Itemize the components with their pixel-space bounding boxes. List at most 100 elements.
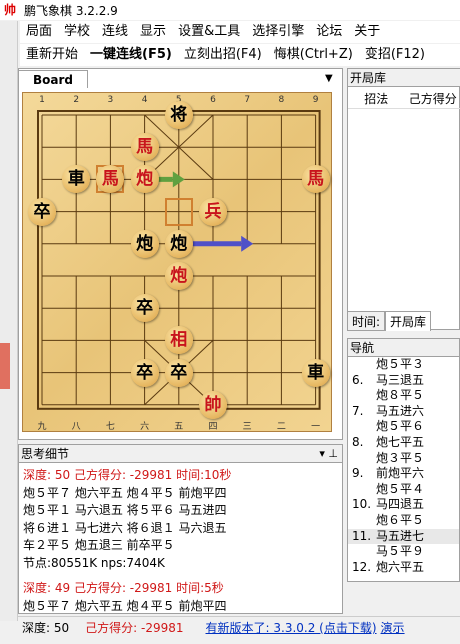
piece-red[interactable]: 馬 bbox=[130, 133, 159, 162]
menu-item-7[interactable]: 关于 bbox=[348, 21, 386, 43]
menu-item-5[interactable]: 选择引擎 bbox=[246, 21, 310, 43]
nav-move-row[interactable]: 8. 炮七平五 bbox=[348, 435, 459, 451]
tab-opening-book[interactable]: 开局库 bbox=[385, 311, 432, 331]
menu-item-3[interactable]: 显示 bbox=[134, 21, 172, 43]
nav-move-row[interactable]: 11. 马五进七 bbox=[348, 528, 459, 545]
nav-move-row[interactable]: 6. 马三退五 bbox=[348, 373, 459, 389]
piece-red[interactable]: 馬 bbox=[301, 165, 330, 194]
move-text: 炮６平５ bbox=[376, 512, 425, 527]
status-bar: 深度: 50 己方得分: -29981 有新版本了: 3.3.0.2 (点击下载… bbox=[18, 616, 460, 638]
think-line: 炮５平１ 马六退五 将５平６ 马五进四 bbox=[23, 503, 227, 517]
move-text: 马５平９ bbox=[376, 544, 425, 559]
menu-item-6[interactable]: 论坛 bbox=[310, 21, 348, 43]
piece-red[interactable]: 炮 bbox=[164, 262, 193, 290]
toolbar-button-2[interactable]: 立刻出招(F4) bbox=[178, 44, 268, 66]
move-text: 马五进六 bbox=[376, 403, 425, 418]
move-number: 7. bbox=[352, 403, 364, 418]
file-label-top: 1 bbox=[39, 95, 45, 105]
move-text: 马四退五 bbox=[376, 497, 425, 512]
opening-book-panel: 开局库 招法 己方得分 bbox=[347, 68, 460, 330]
file-label-bottom: 三 bbox=[242, 422, 252, 432]
window-title: 鹏飞象棋 3.2.2.9 bbox=[24, 3, 118, 18]
piece-black[interactable]: 車 bbox=[301, 358, 330, 387]
panel-menu-icon[interactable]: ▼ bbox=[325, 73, 333, 84]
think-depth-header: 深度: 49 己方得分: -29981 时间:5秒 bbox=[23, 581, 224, 595]
piece-red[interactable]: 炮 bbox=[130, 165, 159, 194]
navigation-panel: 导航 炮５平３ 6. 马三退五 炮８平５ 7. 马五进六 炮５平６ 8. 炮七平五 炮３平５ 9. 前… bbox=[347, 338, 460, 582]
piece-black[interactable]: 卒 bbox=[130, 358, 159, 387]
move-text: 炮５平３ bbox=[376, 357, 425, 371]
move-text: 炮３平５ bbox=[376, 450, 425, 465]
toolbar-button-3[interactable]: 悔棋(Ctrl+Z) bbox=[268, 44, 359, 66]
nav-move-row[interactable]: 炮３平５ bbox=[348, 451, 459, 467]
piece-black[interactable]: 卒 bbox=[130, 294, 159, 323]
column-move[interactable]: 招法 bbox=[348, 89, 405, 108]
file-label-bottom: 一 bbox=[311, 422, 321, 432]
think-line: 炮５平７ 炮六平五 炮４平５ 前炮平四 bbox=[23, 598, 227, 613]
nav-move-row[interactable]: 10. 马四退五 bbox=[348, 497, 459, 513]
tab-board[interactable]: Board bbox=[18, 70, 88, 88]
toolbar-button-1[interactable]: 一键连线(F5) bbox=[84, 44, 178, 66]
nav-move-row[interactable]: 马５平９ bbox=[348, 544, 459, 560]
menu-item-4[interactable]: 设置&工具 bbox=[172, 21, 246, 43]
file-label-top: 7 bbox=[244, 95, 251, 105]
nav-move-row[interactable]: 炮５平４ bbox=[348, 482, 459, 498]
move-text: 前炮平六 bbox=[376, 466, 425, 481]
file-label-top: 3 bbox=[107, 95, 114, 105]
panel-pin-icon[interactable]: ▾ ⊥ bbox=[319, 445, 338, 463]
piece-black[interactable]: 将 bbox=[164, 101, 193, 129]
thinking-output: 深度: 50 己方得分: -29981 时间:10秒 炮５平７ 炮六平五 炮４平５… bbox=[19, 463, 342, 613]
thinking-title-text: 思考细节 bbox=[21, 447, 70, 461]
toolbar-button-4[interactable]: 变招(F12) bbox=[359, 44, 431, 66]
piece-black[interactable]: 卒 bbox=[28, 197, 56, 226]
column-score[interactable]: 己方得分 bbox=[405, 89, 460, 108]
move-text: 马五进七 bbox=[376, 528, 425, 543]
piece-black[interactable]: 卒 bbox=[164, 358, 193, 387]
file-label-bottom: 四 bbox=[208, 422, 218, 432]
nav-move-row[interactable]: 炮８平５ bbox=[348, 388, 459, 404]
move-text: 炮５平４ bbox=[376, 481, 425, 496]
move-number: 9. bbox=[352, 466, 364, 481]
thinking-details-panel: 思考细节 ▾ ⊥ 深度: 50 己方得分: -29981 时间:10秒 炮５平７ … bbox=[18, 444, 343, 614]
piece-red[interactable]: 兵 bbox=[199, 197, 227, 226]
navigation-title: 导航 bbox=[348, 339, 459, 357]
piece-black[interactable]: 炮 bbox=[130, 229, 159, 258]
file-label-bottom: 五 bbox=[174, 422, 184, 432]
move-text: 炮５平６ bbox=[376, 419, 425, 434]
move-number: 12. bbox=[352, 559, 372, 574]
think-line: 车２平５ 炮五退三 前卒平５ bbox=[23, 538, 175, 552]
piece-black[interactable]: 炮 bbox=[164, 229, 193, 258]
menu-item-1[interactable]: 学校 bbox=[58, 21, 96, 43]
nav-move-row[interactable]: 7. 马五进六 bbox=[348, 404, 459, 420]
status-depth: 深度: 50 bbox=[22, 621, 70, 635]
tab-time[interactable]: 时间: bbox=[347, 311, 386, 331]
file-label-bottom: 七 bbox=[105, 422, 115, 432]
file-label-bottom: 九 bbox=[37, 422, 47, 432]
nav-move-row[interactable]: 炮５平３ bbox=[348, 357, 459, 373]
menu-item-2[interactable]: 连线 bbox=[96, 21, 134, 43]
file-label-bottom: 八 bbox=[71, 422, 81, 432]
xiangqi-board[interactable]: 123456789九八七六五四三二一将馬車馬炮馬卒兵炮炮炮卒相卒卒車帥 bbox=[22, 92, 332, 432]
nav-move-row[interactable]: 炮６平５ bbox=[348, 513, 459, 529]
nav-move-row[interactable]: 12. 炮六平五 bbox=[348, 560, 459, 576]
move-number: 6. bbox=[352, 372, 364, 387]
menu-item-0[interactable]: 局面 bbox=[20, 21, 58, 43]
move-number: 11. bbox=[352, 528, 372, 543]
toolbar: 重新开始 一键连线(F5) 立刻出招(F4) 悔棋(Ctrl+Z) 变招(F12) bbox=[20, 44, 460, 66]
file-label-bottom: 二 bbox=[276, 422, 286, 432]
toolbar-button-0[interactable]: 重新开始 bbox=[20, 44, 84, 66]
last-move-marker bbox=[164, 197, 193, 226]
move-number: 10. bbox=[352, 497, 372, 512]
left-strip bbox=[0, 21, 18, 621]
think-line: 节点:80551K nps:7404K bbox=[23, 555, 165, 570]
opening-book-title: 开局库 bbox=[348, 69, 460, 87]
nav-move-row[interactable]: 炮５平６ bbox=[348, 419, 459, 435]
piece-red[interactable]: 帥 bbox=[199, 390, 227, 419]
nav-move-row[interactable]: 9. 前炮平六 bbox=[348, 466, 459, 482]
file-label-top: 9 bbox=[312, 95, 319, 105]
menu-bar: 局面 学校 连线 显示 设置&工具 选择引擎 论坛 关于 bbox=[20, 21, 460, 43]
piece-red[interactable]: 相 bbox=[164, 326, 193, 355]
move-text: 炮六平五 bbox=[376, 559, 425, 574]
demo-link[interactable]: 演示 bbox=[377, 619, 405, 636]
update-link[interactable]: 有新版本了: 3.3.0.2 (点击下载) bbox=[196, 619, 377, 636]
